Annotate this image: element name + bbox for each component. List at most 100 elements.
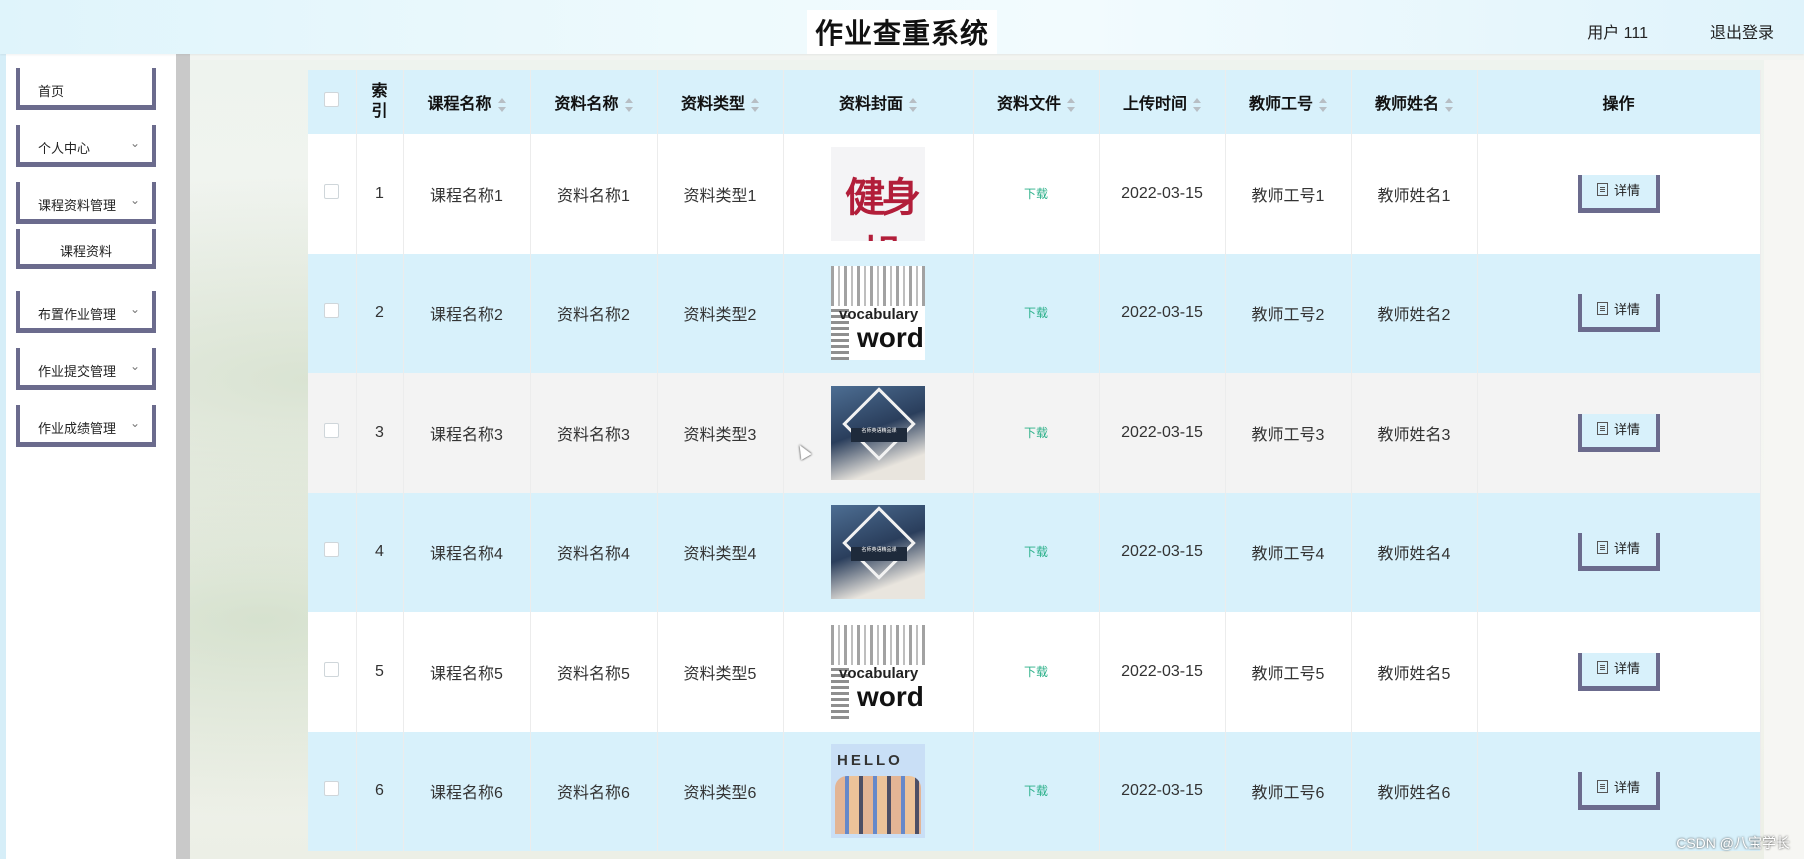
sort-icon[interactable] bbox=[1319, 97, 1327, 112]
top-header: 作业查重系统 用户 111 退出登录 bbox=[0, 0, 1804, 54]
cover-image-words[interactable]: vocabulary words bbox=[831, 266, 925, 361]
sidebar-subitem-course-material[interactable]: 课程资料 bbox=[16, 229, 156, 269]
col-header-course[interactable]: 课程名称 bbox=[403, 70, 531, 134]
cell-upload-time: 2022-03-15 bbox=[1099, 612, 1226, 732]
right-edge-panel bbox=[1764, 60, 1804, 859]
table-row: 2 课程名称2 资料名称2 资料类型2 vocabulary words 下载 … bbox=[308, 253, 1761, 373]
download-link[interactable]: 下载 bbox=[1024, 545, 1048, 559]
logout-link[interactable]: 退出登录 bbox=[1710, 19, 1774, 43]
cell-teacher-name: 教师姓名3 bbox=[1351, 373, 1478, 493]
sort-icon[interactable] bbox=[624, 97, 633, 112]
cell-index: 1 bbox=[356, 134, 404, 254]
row-checkbox[interactable] bbox=[324, 183, 340, 199]
cell-upload-time: 2022-03-15 bbox=[1099, 373, 1226, 493]
detail-button[interactable]: 详情 bbox=[1577, 294, 1660, 333]
download-link[interactable]: 下载 bbox=[1024, 306, 1048, 320]
row-checkbox[interactable] bbox=[324, 422, 340, 438]
row-checkbox[interactable] bbox=[324, 661, 340, 677]
cell-course: 课程名称3 bbox=[403, 373, 531, 493]
detail-button[interactable]: 详情 bbox=[1577, 533, 1660, 572]
cell-course: 课程名称1 bbox=[403, 134, 531, 254]
sidebar-item-submission-mgmt[interactable]: 作业提交管理 ⌄ bbox=[16, 348, 156, 390]
sidebar-item-assignment-mgmt[interactable]: 布置作业管理 ⌄ bbox=[16, 291, 156, 333]
detail-button[interactable]: 详情 bbox=[1577, 174, 1660, 213]
table-row: 6 课程名称6 资料名称6 资料类型6 HELLO 下载 2022-03-15 … bbox=[308, 731, 1761, 851]
document-icon bbox=[1596, 182, 1608, 196]
table-row: 1 课程名称1 资料名称1 资料类型1 健身操 下载 2022-03-15 教师… bbox=[308, 134, 1761, 254]
cell-index: 3 bbox=[356, 373, 404, 493]
cell-course: 课程名称5 bbox=[403, 612, 531, 732]
sidebar-item-home[interactable]: 首页 bbox=[16, 68, 156, 110]
sidebar-item-personal-center[interactable]: 个人中心 ⌄ bbox=[16, 125, 156, 167]
col-header-index: 索引 bbox=[356, 70, 404, 134]
material-table-container: 索引 课程名称 资料名称 资料类型 资料封面 资料文件 上传时间 教师工号 教师… bbox=[308, 70, 1761, 851]
cell-course: 课程名称6 bbox=[403, 731, 531, 851]
row-checkbox[interactable] bbox=[324, 303, 340, 319]
sort-icon[interactable] bbox=[751, 97, 759, 112]
cover-image-hello[interactable]: HELLO bbox=[831, 744, 925, 839]
cell-cover: vocabulary words bbox=[783, 253, 974, 373]
sort-icon[interactable] bbox=[1445, 97, 1453, 112]
sort-icon[interactable] bbox=[497, 97, 506, 112]
detail-button[interactable]: 详情 bbox=[1577, 652, 1660, 691]
select-all-cell bbox=[308, 70, 357, 134]
cell-name: 资料名称2 bbox=[530, 253, 658, 373]
cell-index: 5 bbox=[356, 612, 404, 732]
cell-upload-time: 2022-03-15 bbox=[1099, 731, 1226, 851]
cover-words-small: vocabulary bbox=[839, 664, 919, 682]
cover-fitness-text: 健身操 bbox=[845, 173, 921, 241]
document-icon bbox=[1596, 660, 1608, 674]
cell-name: 资料名称1 bbox=[530, 134, 658, 254]
detail-button[interactable]: 详情 bbox=[1577, 772, 1660, 811]
page-title: 作业查重系统 bbox=[806, 10, 998, 54]
download-link[interactable]: 下载 bbox=[1024, 426, 1048, 440]
table-row: 3 课程名称3 资料名称3 资料类型3 名师英语精品课 下载 2022-03-1… bbox=[308, 373, 1761, 493]
cell-teacher-id: 教师工号5 bbox=[1225, 612, 1352, 732]
col-header-teacher-id[interactable]: 教师工号 bbox=[1225, 70, 1352, 134]
cell-cover: HELLO bbox=[783, 731, 974, 851]
row-checkbox[interactable] bbox=[324, 542, 340, 558]
chevron-down-icon: ⌄ bbox=[129, 302, 140, 316]
table-header-row: 索引 课程名称 资料名称 资料类型 资料封面 资料文件 上传时间 教师工号 教师… bbox=[308, 70, 1761, 134]
sidebar-item-grade-mgmt[interactable]: 作业成绩管理 ⌄ bbox=[16, 405, 156, 447]
cell-type: 资料类型1 bbox=[657, 134, 784, 254]
cell-teacher-name: 教师姓名6 bbox=[1351, 731, 1478, 851]
col-header-upload-time[interactable]: 上传时间 bbox=[1099, 70, 1226, 134]
sort-icon[interactable] bbox=[909, 97, 917, 112]
download-link[interactable]: 下载 bbox=[1024, 784, 1048, 798]
cover-texture bbox=[831, 624, 925, 665]
cover-hello-text: HELLO bbox=[837, 752, 903, 770]
sidebar: 首页 个人中心 ⌄ 课程资料管理 ⌄ 课程资料 布置作业管理 ⌄ 作业提交管理 … bbox=[0, 54, 190, 859]
cell-type: 资料类型6 bbox=[657, 731, 784, 851]
cover-image-fitness[interactable]: 健身操 bbox=[831, 146, 925, 241]
select-all-checkbox[interactable] bbox=[324, 92, 340, 107]
row-checkbox[interactable] bbox=[324, 781, 340, 797]
download-link[interactable]: 下载 bbox=[1024, 187, 1048, 201]
col-header-name[interactable]: 资料名称 bbox=[530, 70, 658, 134]
cover-image-study[interactable]: 名师英语精品课 bbox=[831, 385, 925, 480]
col-header-file[interactable]: 资料文件 bbox=[973, 70, 1100, 134]
document-icon bbox=[1596, 302, 1608, 316]
cell-cover: 名师英语精品课 bbox=[783, 373, 974, 493]
download-link[interactable]: 下载 bbox=[1024, 665, 1048, 679]
sidebar-item-label: 课程资料管理 bbox=[38, 198, 117, 213]
cover-study-caption: 名师英语精品课 bbox=[851, 547, 907, 562]
col-header-type[interactable]: 资料类型 bbox=[657, 70, 784, 134]
sort-icon[interactable] bbox=[1067, 97, 1075, 112]
col-header-cover[interactable]: 资料封面 bbox=[783, 70, 974, 134]
cover-study-caption: 名师英语精品课 bbox=[851, 427, 907, 442]
cell-upload-time: 2022-03-15 bbox=[1099, 134, 1226, 254]
document-icon bbox=[1596, 780, 1608, 794]
cell-upload-time: 2022-03-15 bbox=[1099, 253, 1226, 373]
col-header-teacher-name[interactable]: 教师姓名 bbox=[1351, 70, 1478, 134]
cover-image-study[interactable]: 名师英语精品课 bbox=[831, 505, 925, 600]
cover-image-words[interactable]: vocabulary words bbox=[831, 624, 925, 719]
detail-button[interactable]: 详情 bbox=[1577, 413, 1660, 452]
sort-icon[interactable] bbox=[1193, 97, 1201, 112]
sidebar-item-label: 作业成绩管理 bbox=[38, 421, 117, 436]
sidebar-item-course-material-mgmt[interactable]: 课程资料管理 ⌄ bbox=[16, 182, 156, 224]
col-header-actions: 操作 bbox=[1477, 70, 1761, 134]
material-table: 索引 课程名称 资料名称 资料类型 资料封面 资料文件 上传时间 教师工号 教师… bbox=[308, 70, 1761, 851]
cell-index: 2 bbox=[356, 253, 404, 373]
sidebar-scrollbar[interactable] bbox=[176, 54, 190, 859]
